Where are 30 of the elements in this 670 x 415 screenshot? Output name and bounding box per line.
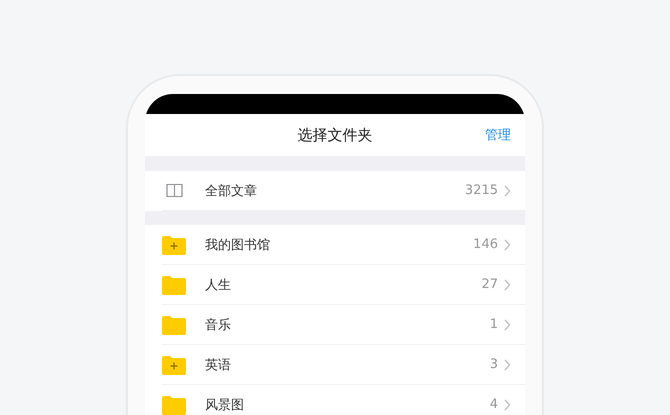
chevron-right-icon (504, 238, 511, 250)
folder-name: 全部文章 (205, 182, 258, 200)
chevron-right-icon (504, 318, 511, 330)
folder-name: 人生 (205, 276, 232, 294)
folder-row[interactable]: 人生 27 (162, 265, 525, 305)
item-count: 1 (490, 317, 498, 332)
chevron-right-icon (504, 184, 511, 196)
folder-row[interactable]: 我的图书馆 146 (162, 225, 525, 265)
book-icon (166, 183, 183, 198)
folder-icon (162, 394, 186, 414)
chevron-right-icon (504, 278, 511, 290)
folder-name: 我的图书馆 (205, 236, 271, 254)
chevron-right-icon (504, 358, 511, 370)
folder-icon (162, 274, 186, 294)
item-count: 3 (490, 357, 498, 372)
folder-row[interactable]: 风景图 4 (162, 385, 525, 415)
folder-plus-icon (162, 354, 186, 374)
item-count: 3215 (464, 183, 498, 198)
chevron-right-icon (504, 398, 511, 410)
folder-row[interactable]: 英语 3 (162, 345, 525, 385)
folder-name: 英语 (205, 356, 232, 374)
item-count: 146 (473, 237, 498, 252)
item-count: 27 (481, 277, 498, 292)
folder-name: 风景图 (205, 396, 245, 414)
folder-name: 音乐 (205, 316, 232, 334)
screen-title: 选择文件夹 (296, 126, 374, 144)
folder-plus-icon (162, 234, 186, 254)
item-count: 4 (490, 397, 498, 412)
folder-row[interactable]: 音乐 1 (162, 305, 525, 345)
folder-icon (162, 314, 186, 334)
